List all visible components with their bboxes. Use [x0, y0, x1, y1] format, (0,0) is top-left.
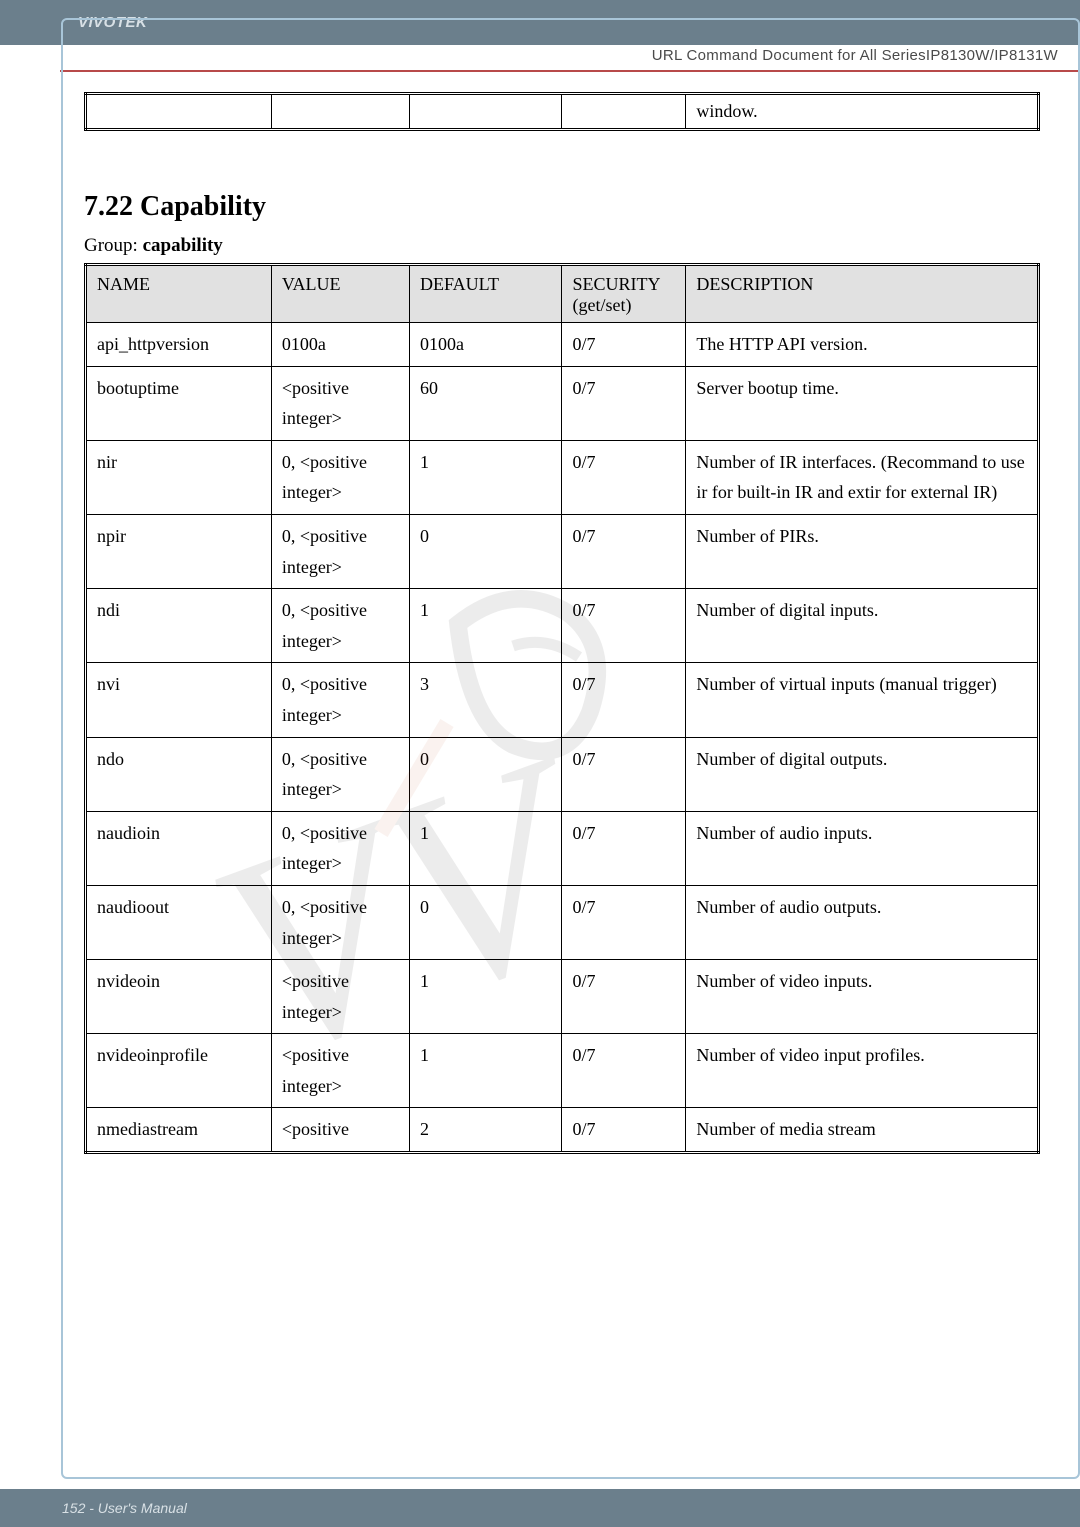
cell-default: 0 [410, 885, 562, 959]
cell-description: Server bootup time. [686, 366, 1039, 440]
cell-description: Number of audio inputs. [686, 811, 1039, 885]
cell-name: api_httpversion [86, 323, 272, 367]
cell-value: 0, <positive integer> [271, 811, 409, 885]
cell-value: <positive integer> [271, 960, 409, 1034]
cell-security: 0/7 [562, 1034, 686, 1108]
page-content: window. 7.22 Capability Group: capabilit… [84, 92, 1040, 1154]
cell-security: 0/7 [562, 440, 686, 514]
table-row: npir0, <positive integer>00/7Number of P… [86, 514, 1039, 588]
cell-value: <positive [271, 1108, 409, 1153]
cell-empty [410, 94, 562, 130]
cell-description: Number of media stream [686, 1108, 1039, 1153]
cell-name: nvi [86, 663, 272, 737]
section-heading: 7.22 Capability [84, 191, 1040, 223]
table-row: naudioin0, <positive integer>10/7Number … [86, 811, 1039, 885]
group-prefix: Group: [84, 235, 143, 256]
cell-security: 0/7 [562, 1108, 686, 1153]
table-header-row: NAME VALUE DEFAULT SECURITY (get/set) DE… [86, 265, 1039, 323]
table-row: api_httpversion0100a0100a0/7The HTTP API… [86, 323, 1039, 367]
cell-security: 0/7 [562, 323, 686, 367]
group-label: Group: capability [84, 235, 1040, 257]
cell-default: 0100a [410, 323, 562, 367]
cell-security: 0/7 [562, 960, 686, 1034]
table-row: window. [86, 94, 1039, 130]
cell-name: nmediastream [86, 1108, 272, 1153]
cell-security: 0/7 [562, 885, 686, 959]
group-name: capability [143, 235, 223, 256]
footer-page-label: 152 - User's Manual [62, 1500, 187, 1516]
cell-value: 0, <positive integer> [271, 589, 409, 663]
cell-default: 3 [410, 663, 562, 737]
cell-name: bootuptime [86, 366, 272, 440]
cell-security: 0/7 [562, 811, 686, 885]
cell-name: ndo [86, 737, 272, 811]
cell-description: The HTTP API version. [686, 323, 1039, 367]
cell-empty [86, 94, 272, 130]
cell-name: nvideoinprofile [86, 1034, 272, 1108]
cell-value: 0100a [271, 323, 409, 367]
cell-value: 0, <positive integer> [271, 885, 409, 959]
cell-description: Number of PIRs. [686, 514, 1039, 588]
cell-value: 0, <positive integer> [271, 514, 409, 588]
col-header-security: SECURITY (get/set) [562, 265, 686, 323]
cell-description: Number of video input profiles. [686, 1034, 1039, 1108]
col-header-default: DEFAULT [410, 265, 562, 323]
cell-default: 0 [410, 514, 562, 588]
cell-name: nvideoin [86, 960, 272, 1034]
cell-name: ndi [86, 589, 272, 663]
cell-description: Number of digital inputs. [686, 589, 1039, 663]
col-header-value: VALUE [271, 265, 409, 323]
cell-default: 1 [410, 1034, 562, 1108]
cell-security: 0/7 [562, 663, 686, 737]
footer-bar: 152 - User's Manual [0, 1489, 1080, 1527]
cell-description: Number of audio outputs. [686, 885, 1039, 959]
cell-description: Number of virtual inputs (manual trigger… [686, 663, 1039, 737]
table-row: bootuptime<positive integer>600/7Server … [86, 366, 1039, 440]
capability-table: NAME VALUE DEFAULT SECURITY (get/set) DE… [84, 263, 1040, 1154]
cell-name: naudioin [86, 811, 272, 885]
table-row: nvideoinprofile<positive integer>10/7Num… [86, 1034, 1039, 1108]
cell-empty [271, 94, 409, 130]
cell-name: nir [86, 440, 272, 514]
cell-default: 1 [410, 440, 562, 514]
cell-value: 0, <positive integer> [271, 737, 409, 811]
cell-default: 1 [410, 960, 562, 1034]
cell-name: npir [86, 514, 272, 588]
table-row: nvideoin<positive integer>10/7Number of … [86, 960, 1039, 1034]
cell-security: 0/7 [562, 514, 686, 588]
col-header-name: NAME [86, 265, 272, 323]
cell-value: 0, <positive integer> [271, 663, 409, 737]
cell-description: Number of digital outputs. [686, 737, 1039, 811]
cell-security: 0/7 [562, 366, 686, 440]
table-row: nmediastream<positive20/7Number of media… [86, 1108, 1039, 1153]
table-row: naudioout0, <positive integer>00/7Number… [86, 885, 1039, 959]
cell-name: naudioout [86, 885, 272, 959]
carryover-table: window. [84, 92, 1040, 131]
cell-default: 1 [410, 589, 562, 663]
cell-value: 0, <positive integer> [271, 440, 409, 514]
cell-carryover: window. [686, 94, 1039, 130]
table-row: ndo0, <positive integer>00/7Number of di… [86, 737, 1039, 811]
col-header-description: DESCRIPTION [686, 265, 1039, 323]
cell-security: 0/7 [562, 737, 686, 811]
cell-security: 0/7 [562, 589, 686, 663]
cell-default: 0 [410, 737, 562, 811]
table-row: nvi0, <positive integer>30/7Number of vi… [86, 663, 1039, 737]
cell-description: Number of video inputs. [686, 960, 1039, 1034]
table-row: nir0, <positive integer>10/7Number of IR… [86, 440, 1039, 514]
cell-default: 1 [410, 811, 562, 885]
cell-value: <positive integer> [271, 366, 409, 440]
table-row: ndi0, <positive integer>10/7Number of di… [86, 589, 1039, 663]
cell-value: <positive integer> [271, 1034, 409, 1108]
cell-default: 2 [410, 1108, 562, 1153]
cell-empty [562, 94, 686, 130]
cell-default: 60 [410, 366, 562, 440]
cell-description: Number of IR interfaces. (Recommand to u… [686, 440, 1039, 514]
